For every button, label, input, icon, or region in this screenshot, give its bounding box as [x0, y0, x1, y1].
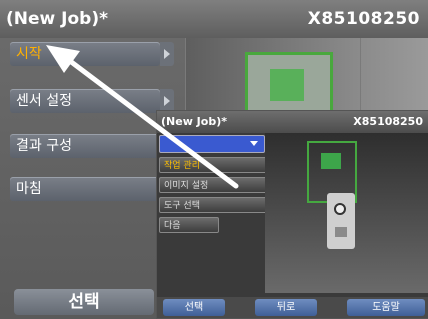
inset-item-next[interactable]: 다음	[159, 217, 219, 233]
chevron-right-icon	[160, 42, 174, 66]
sensor-serial: X85108250	[307, 9, 420, 29]
inset-target	[321, 153, 341, 169]
inset-job-name: (New Job)*	[161, 115, 227, 128]
inset-select-button[interactable]: 선택	[163, 299, 225, 316]
inset-dropdown[interactable]	[159, 135, 265, 153]
menu-item-sensor-settings[interactable]: 센서 설정	[10, 89, 160, 113]
inset-item-image-settings[interactable]: 이미지 설정	[159, 177, 279, 193]
inset-screenshot: (New Job)* X85108250 작업 관리 이미지 설정 도구 선택 …	[156, 110, 428, 319]
menu-item-finish[interactable]: 마침	[10, 177, 160, 201]
inset-help-button[interactable]: 도움말	[347, 299, 425, 316]
inset-serial: X85108250	[353, 115, 423, 128]
inset-item-tool-select[interactable]: 도구 선택	[159, 197, 279, 213]
title-bar: (New Job)* X85108250	[0, 0, 428, 38]
job-name: (New Job)*	[6, 9, 108, 29]
inset-item-job-manage[interactable]: 작업 관리	[159, 157, 279, 173]
detected-target	[270, 69, 304, 101]
inset-button-bar: 선택 뒤로 도움말	[157, 297, 428, 318]
inset-title-bar: (New Job)* X85108250	[157, 111, 428, 133]
inset-back-button[interactable]: 뒤로	[255, 299, 317, 316]
menu-item-result-config[interactable]: 결과 구성	[10, 134, 160, 158]
select-button[interactable]: 선택	[14, 289, 154, 315]
inset-camera-view	[265, 133, 428, 293]
sensor-device	[327, 193, 355, 249]
lens-icon	[334, 203, 346, 215]
indicator-led	[335, 227, 347, 237]
menu-item-start[interactable]: 시작	[10, 42, 160, 66]
